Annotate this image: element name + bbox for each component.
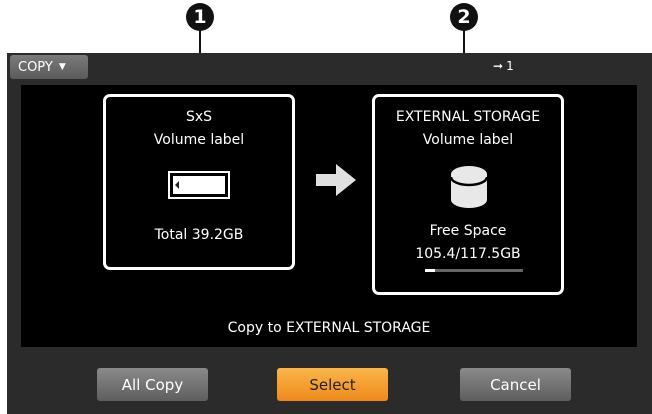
callout-2: 2 <box>450 3 478 31</box>
arrow-right-icon <box>316 164 356 196</box>
triangle-down-icon: ▼ <box>58 62 66 72</box>
destination-media-name: EXTERNAL STORAGE <box>395 109 541 125</box>
destination-media-box: EXTERNAL STORAGE Volume label Free Space… <box>372 94 564 295</box>
source-media-name: SxS <box>185 109 213 125</box>
source-volume-label: Volume label <box>153 132 245 148</box>
copy-panel: SxS Volume label Total 39.2GB EXTERNAL S… <box>21 85 637 347</box>
source-media-box: SxS Volume label Total 39.2GB <box>103 94 295 270</box>
top-bar: COPY ▼ ➞ 1 <box>7 53 652 82</box>
source-total: Total 39.2GB <box>154 227 244 243</box>
free-space-bar-fill <box>425 269 435 272</box>
free-space-label: Free Space <box>429 223 507 239</box>
storage-drive-icon <box>450 166 488 208</box>
arrow-right-icon: ➞ <box>493 59 504 73</box>
callout-1: 1 <box>186 3 214 31</box>
copy-status-text: Copy to EXTERNAL STORAGE <box>227 320 431 336</box>
all-copy-button[interactable]: All Copy <box>97 368 208 401</box>
select-button[interactable]: Select <box>277 368 388 401</box>
copy-count-value: 1 <box>506 59 514 73</box>
free-space-bar <box>425 269 523 272</box>
sxs-card-icon <box>168 171 230 199</box>
free-space-value: 105.4/117.5GB <box>415 246 521 262</box>
copy-mode-menu-button[interactable]: COPY ▼ <box>10 55 88 79</box>
destination-volume-label: Volume label <box>422 132 514 148</box>
cancel-button[interactable]: Cancel <box>460 368 571 401</box>
mode-label: COPY <box>18 59 53 75</box>
copy-screen: COPY ▼ ➞ 1 SxS Volume label Total 39.2GB… <box>7 53 652 414</box>
copy-count-indicator: ➞ 1 <box>493 59 514 73</box>
